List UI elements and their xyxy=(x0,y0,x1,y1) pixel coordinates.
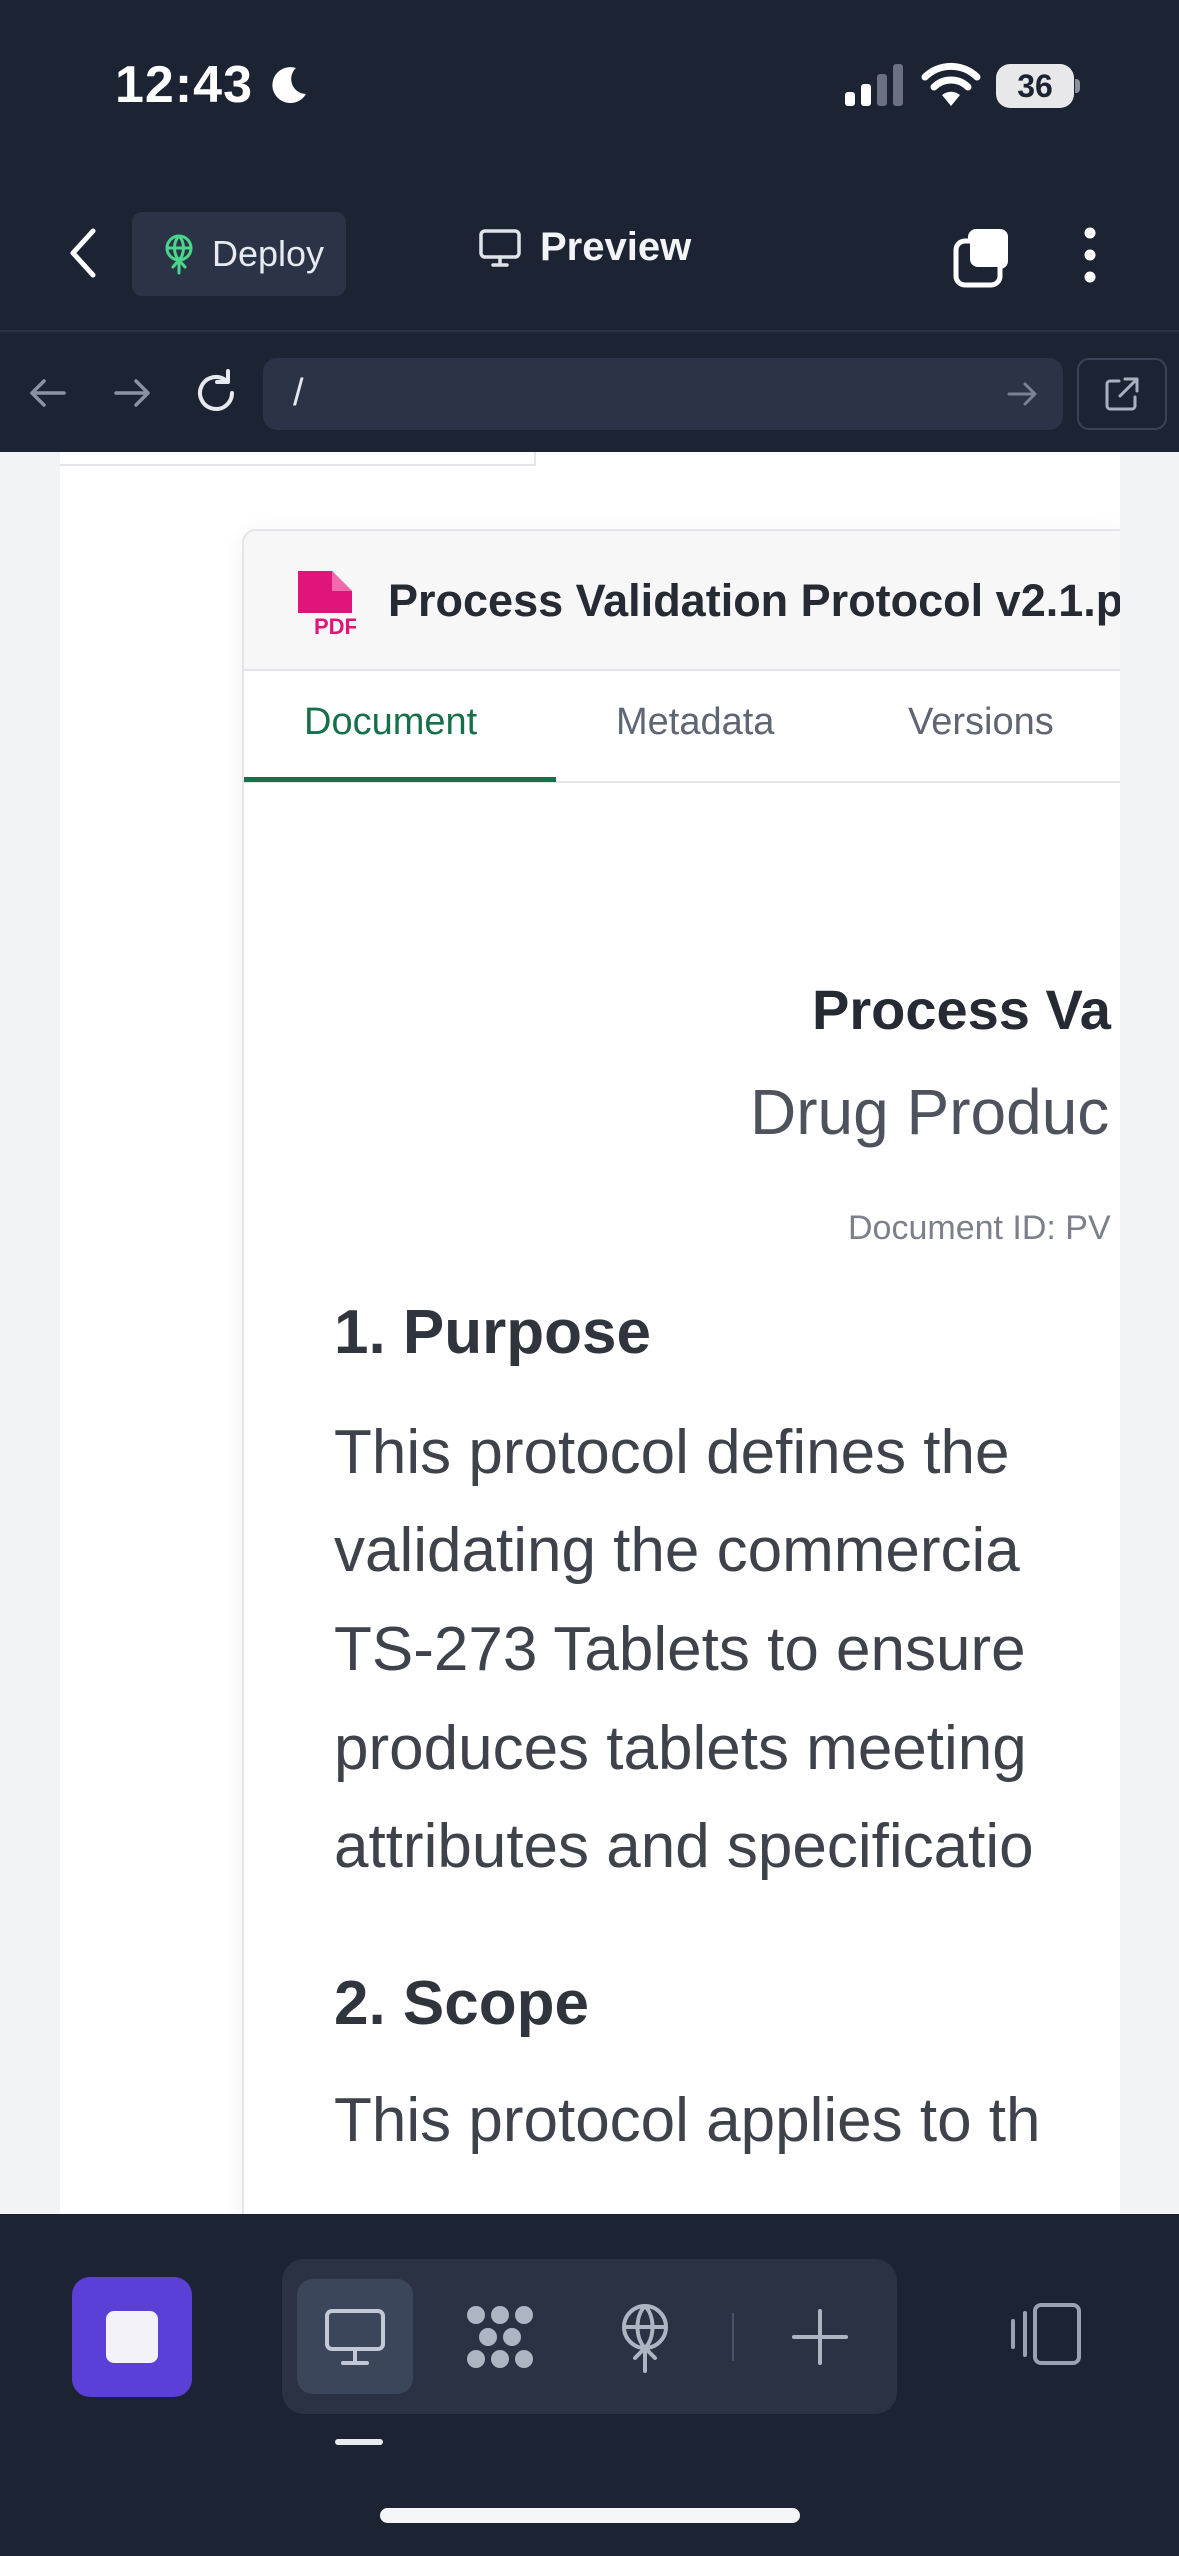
page-margin xyxy=(1120,452,1179,2214)
battery-level: 36 xyxy=(996,64,1074,108)
tab-metadata[interactable]: Metadata xyxy=(616,701,774,744)
browser-bar: / xyxy=(0,330,1179,452)
document-viewer: PDF Process Validation Protocol v2.1.pdf… xyxy=(242,529,1122,2214)
app-header: Deploy Preview xyxy=(0,175,1179,330)
tabs-switcher-icon[interactable] xyxy=(950,225,1014,289)
arrow-back-icon[interactable] xyxy=(20,365,76,421)
side-panel-icon[interactable] xyxy=(1005,2299,1085,2369)
grid-dots-icon xyxy=(467,2305,533,2368)
tab-document[interactable]: Document xyxy=(304,701,477,744)
active-tool-indicator xyxy=(335,2439,383,2445)
add-button[interactable] xyxy=(762,2279,878,2394)
deploy-label: Deploy xyxy=(212,233,325,274)
tab-versions[interactable]: Versions xyxy=(908,701,1054,744)
home-indicator[interactable] xyxy=(380,2508,800,2523)
url-input[interactable]: / xyxy=(263,358,1063,430)
deploy-button[interactable]: Deploy xyxy=(132,212,346,296)
wifi-icon xyxy=(921,62,981,106)
stop-icon xyxy=(106,2311,158,2363)
preview-title[interactable]: Preview xyxy=(478,225,691,270)
active-tab-indicator xyxy=(244,777,556,782)
url-text: / xyxy=(293,372,304,414)
section-heading-scope: 2. Scope xyxy=(334,1969,589,2038)
preview-label: Preview xyxy=(540,225,692,269)
external-link-icon xyxy=(1105,377,1139,411)
deploy-icon xyxy=(622,2303,668,2373)
paragraph-line: produces tablets meeting xyxy=(334,1714,1027,1783)
paragraph-line: This protocol defines the xyxy=(334,1418,1010,1487)
toolbar-divider xyxy=(732,2313,734,2361)
file-name: Process Validation Protocol v2.1.pdf xyxy=(388,575,1122,626)
bottom-toolbar xyxy=(0,2214,1179,2556)
viewer-tabs: Document Metadata Versions xyxy=(244,671,1122,783)
view-tool-group xyxy=(282,2259,897,2414)
status-bar: 12:43 36 xyxy=(0,0,1179,175)
deploy-tool-button[interactable] xyxy=(587,2279,703,2394)
open-external-button[interactable] xyxy=(1077,358,1167,430)
battery-cap xyxy=(1075,79,1080,93)
moon-icon xyxy=(272,67,306,104)
more-options-icon[interactable] xyxy=(1070,223,1110,287)
cellular-signal-icon xyxy=(845,64,903,106)
viewer-header: PDF Process Validation Protocol v2.1.pdf xyxy=(244,531,1122,671)
stop-button[interactable] xyxy=(72,2277,192,2397)
apps-tool-button[interactable] xyxy=(442,2279,558,2394)
status-time: 12:43 xyxy=(115,56,253,114)
section-heading-purpose: 1. Purpose xyxy=(334,1298,651,1367)
pdf-file-icon: PDF xyxy=(298,571,356,637)
battery-indicator: 36 xyxy=(996,64,1080,108)
paragraph-line: This protocol applies to th xyxy=(334,2086,1041,2155)
paragraph-line: attributes and specificatio xyxy=(334,1812,1034,1881)
reload-icon[interactable] xyxy=(188,365,244,421)
deploy-icon xyxy=(165,234,193,275)
plus-icon xyxy=(792,2308,848,2365)
document-subtitle: Drug Produc xyxy=(750,1076,1110,1148)
go-arrow-icon[interactable] xyxy=(1003,374,1043,414)
divider xyxy=(534,452,536,466)
arrow-forward-icon[interactable] xyxy=(104,365,160,421)
paragraph-line: validating the commercia xyxy=(334,1516,1020,1585)
document-id: Document ID: PV xyxy=(848,1209,1111,1247)
divider xyxy=(60,452,535,466)
document-body: Process Va Drug Produc Document ID: PV 1… xyxy=(244,785,1122,2185)
chevron-left-icon xyxy=(70,228,96,278)
monitor-icon xyxy=(479,228,521,267)
pdf-badge: PDF xyxy=(314,614,356,637)
back-button[interactable] xyxy=(55,225,111,281)
document-title: Process Va xyxy=(812,978,1111,1041)
paragraph-line: TS-273 Tablets to ensure xyxy=(334,1615,1026,1684)
preview-content: PDF Process Validation Protocol v2.1.pdf… xyxy=(0,452,1179,2214)
monitor-icon xyxy=(325,2308,385,2365)
preview-tool-button[interactable] xyxy=(297,2279,413,2394)
